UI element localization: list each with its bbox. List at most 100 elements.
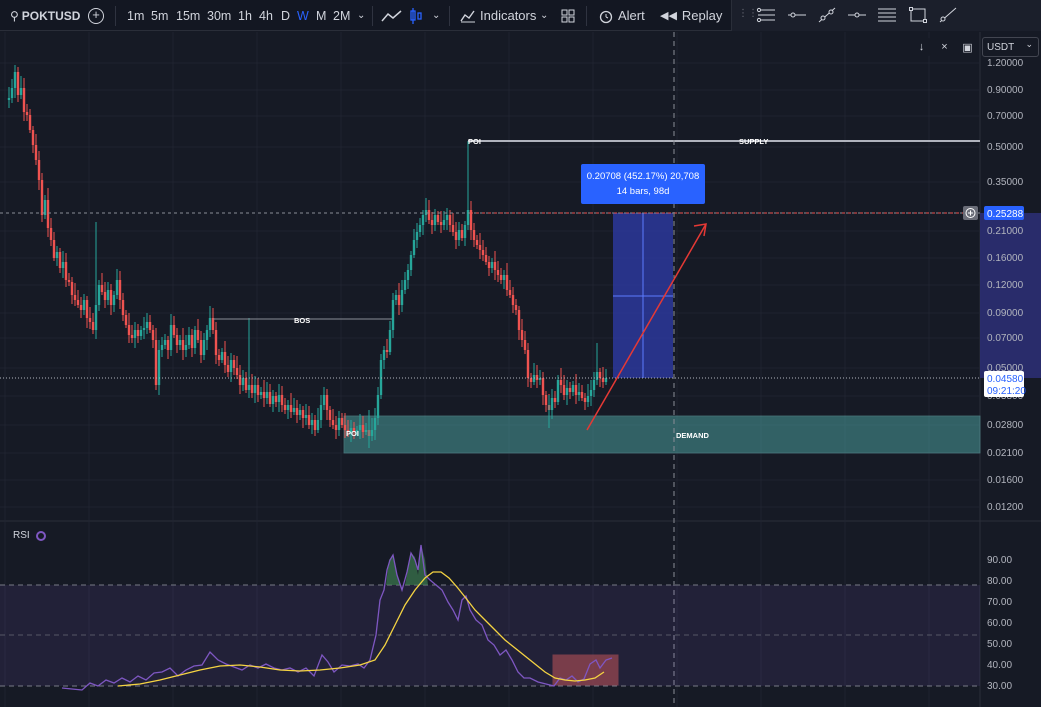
candle-body (280, 395, 284, 405)
candle-body (244, 378, 248, 390)
candle-body (199, 340, 203, 355)
candle-body (328, 410, 332, 420)
candle-body (91, 322, 95, 330)
candle-body (61, 262, 65, 268)
timeframe-m[interactable]: M (316, 0, 326, 31)
rsi-tick-label: 70.00 (987, 597, 1012, 608)
drawing-toolbar: ⋮⋮ (731, 0, 1041, 31)
timeframe-w[interactable]: W (297, 0, 309, 31)
candle-body (157, 350, 161, 385)
chart-area[interactable]: POI SUPPLY BOS POI DEMAND 1.20000 0.90000… (0, 32, 1041, 707)
rsi-legend[interactable]: RSI (13, 530, 46, 541)
candle-body (433, 215, 437, 225)
timeframe-2m[interactable]: 2M (333, 0, 350, 31)
collapse-icon[interactable]: × (935, 38, 954, 56)
candle-body (208, 318, 212, 330)
separator (449, 6, 450, 26)
currency-select[interactable]: USDT ⌄ (982, 37, 1039, 57)
timeframe-30m[interactable]: 30m (207, 0, 231, 31)
candle-body (388, 330, 392, 352)
rsi-title: RSI (13, 530, 30, 541)
supply-label: SUPPLY (739, 137, 768, 146)
candle-body (586, 396, 590, 402)
indicators-label: Indicators (480, 8, 537, 23)
candle-body (517, 310, 521, 330)
price-tick-label: 0.16000 (987, 253, 1024, 264)
candle-body (589, 390, 593, 396)
candle-body (160, 345, 164, 350)
timeframe-1m[interactable]: 1m (127, 0, 144, 31)
candle-body (22, 88, 26, 112)
candle-body (196, 330, 200, 340)
fib-retracement-tool-icon[interactable] (877, 6, 897, 24)
candle-body (76, 300, 80, 305)
candle-body (421, 215, 425, 225)
timeframe-15m[interactable]: 15m (176, 0, 200, 31)
horizontal-ray-tool-icon[interactable] (756, 6, 776, 24)
current-price-text: 0.04580 (987, 374, 1024, 385)
timeframe-4h[interactable]: 4h (259, 0, 273, 31)
maximize-pane-icon[interactable]: ▣ (958, 38, 977, 56)
candle-body (106, 290, 110, 300)
ray-tool-icon[interactable] (938, 6, 958, 24)
candle-body (178, 340, 182, 345)
candle-body (25, 112, 29, 115)
rsi-settings-icon[interactable] (35, 530, 46, 541)
candle-body (439, 222, 443, 225)
candle-body (67, 280, 71, 282)
timeframe-5m[interactable]: 5m (151, 0, 168, 31)
candle-body (430, 220, 434, 225)
layouts-grid-icon[interactable] (561, 0, 575, 31)
separator (115, 6, 116, 26)
timeframe-d[interactable]: D (281, 0, 290, 31)
candle-body (10, 88, 14, 98)
horizontal-line-tool-icon[interactable] (787, 6, 807, 24)
candle-body (46, 200, 50, 228)
candle-body (34, 145, 38, 160)
candle-body (262, 392, 266, 398)
candle-body (478, 245, 482, 250)
scroll-down-arrow-icon[interactable]: ↓ (912, 38, 931, 56)
candle-body (298, 410, 302, 415)
drag-handle-icon[interactable]: ⋮⋮ (738, 8, 758, 19)
add-symbol-button[interactable]: + (88, 0, 104, 31)
candles-chart-type-icon[interactable] (409, 0, 423, 31)
replay-button[interactable]: ◀◀ Replay (660, 0, 722, 31)
price-tick-label: 0.02100 (987, 448, 1024, 459)
candle-body (40, 180, 44, 215)
candle-body (526, 350, 530, 378)
candle-body (184, 345, 188, 350)
timeframe-dropdown-chevron-icon[interactable]: ⌄ (357, 0, 365, 31)
candle-body (289, 405, 293, 412)
chart-type-chevron-icon[interactable]: ⌄ (432, 0, 440, 31)
candle-body (31, 130, 35, 145)
candle-body (55, 252, 59, 258)
candle-body (550, 398, 554, 410)
candle-body (79, 305, 83, 310)
candle-body (559, 380, 563, 385)
symbol-search[interactable]: ⚲ POKTUSD (10, 0, 80, 31)
candle-body (415, 232, 419, 240)
alert-label: Alert (618, 8, 645, 23)
line-chart-type-icon[interactable] (381, 0, 403, 31)
price-tick-label: 0.01600 (987, 475, 1024, 486)
candle-body (445, 215, 449, 220)
candle-body (487, 262, 491, 268)
poi-top-label: POI (468, 137, 481, 146)
candle-body (370, 430, 374, 436)
candle-body (313, 420, 317, 430)
separator (586, 6, 587, 26)
candle-body (169, 325, 173, 350)
candle-body (520, 330, 524, 340)
horizontal-segment-tool-icon[interactable] (847, 6, 867, 24)
alert-button[interactable]: Alert (598, 0, 645, 31)
trend-line-tool-icon[interactable] (817, 6, 837, 24)
rectangle-tool-icon[interactable] (908, 6, 928, 24)
candle-body (259, 392, 263, 395)
indicators-button[interactable]: Indicators (460, 0, 536, 31)
add-alert-plus-icon[interactable] (963, 206, 978, 220)
candle-body (19, 88, 23, 95)
candle-body (529, 378, 533, 382)
indicators-chevron-icon[interactable]: ⌄ (540, 0, 548, 31)
timeframe-1h[interactable]: 1h (238, 0, 252, 31)
